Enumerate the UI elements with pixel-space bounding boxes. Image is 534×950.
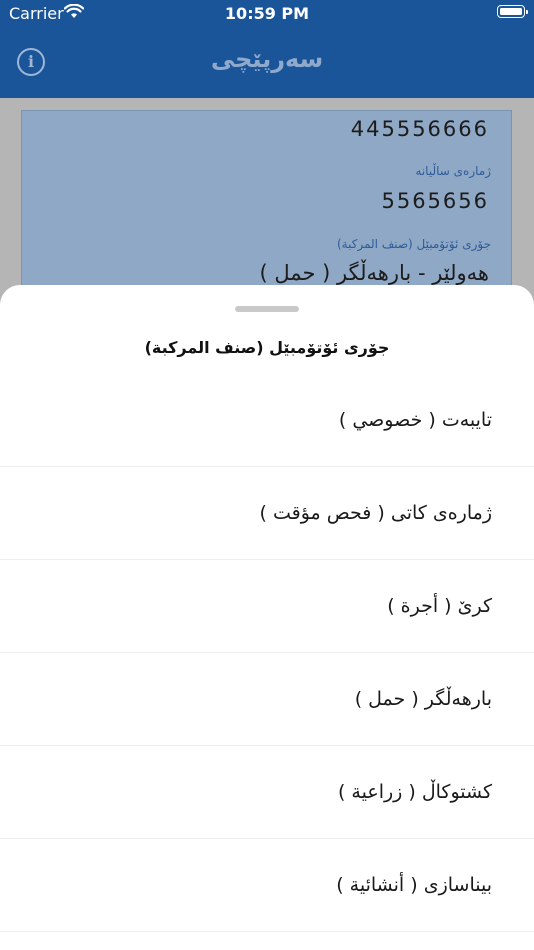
option-label: ژمارەی کاتی ( فحص مؤقت ) <box>259 502 492 524</box>
battery-icon <box>497 5 528 18</box>
option-label: کرێ ( أجرة ) <box>387 595 492 617</box>
option-taxi[interactable]: کرێ ( أجرة ) <box>0 560 534 653</box>
option-agricultural[interactable]: کشتوکاڵ ( زراعية ) <box>0 746 534 839</box>
nav-bar: Carrier 10:59 PM i سەرپێچی <box>0 0 534 98</box>
option-construction[interactable]: بیناسازی ( أنشائية ) <box>0 839 534 932</box>
option-label: بارهەڵگر ( حمل ) <box>354 688 492 710</box>
sheet-grabber[interactable] <box>235 306 299 312</box>
status-bar: Carrier 10:59 PM <box>0 0 534 28</box>
plate-number-value: 445556666 <box>350 117 489 141</box>
option-temporary[interactable]: ژمارەی کاتی ( فحص مؤقت ) <box>0 467 534 560</box>
year-value: 5565656 <box>381 189 489 213</box>
option-label: بیناسازی ( أنشائية ) <box>336 874 492 896</box>
option-cargo[interactable]: بارهەڵگر ( حمل ) <box>0 653 534 746</box>
status-time: 10:59 PM <box>224 4 310 23</box>
page-title: سەرپێچی <box>210 45 324 73</box>
option-label: تایبەت ( خصوصي ) <box>338 409 492 431</box>
year-label: ژمارەی ساڵیانە <box>415 164 491 178</box>
vehicle-type-options: تایبەت ( خصوصي ) ژمارەی کاتی ( فحص مؤقت … <box>0 374 534 932</box>
sheet-title: جۆری ئۆتۆمبێل (صنف المركبة) <box>144 338 390 357</box>
vehicle-type-value[interactable]: هەولێر - بارهەڵگر ( حمل ) <box>260 261 489 285</box>
option-label: کشتوکاڵ ( زراعية ) <box>337 781 492 803</box>
vehicle-type-label: جۆری ئۆتۆمبێل (صنف المركبة) <box>337 237 491 251</box>
vehicle-type-sheet: جۆری ئۆتۆمبێل (صنف المركبة) تایبەت ( خصو… <box>0 285 534 950</box>
option-private[interactable]: تایبەت ( خصوصي ) <box>0 374 534 467</box>
